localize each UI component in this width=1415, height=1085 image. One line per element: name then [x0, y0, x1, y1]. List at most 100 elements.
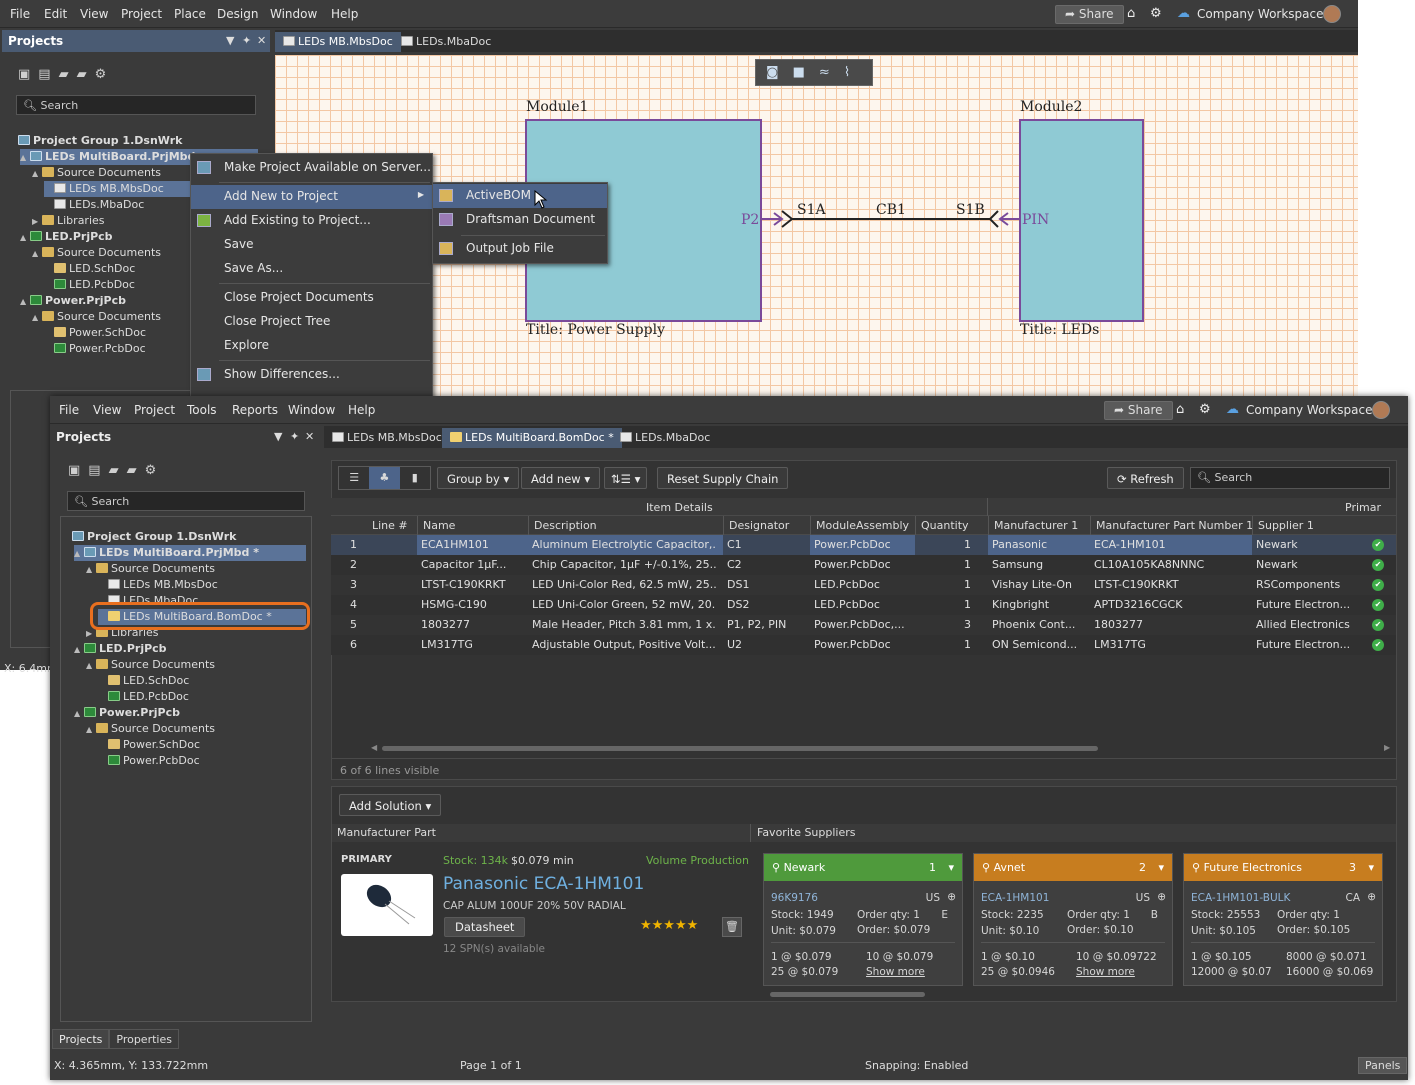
tab-properties[interactable]: Properties — [109, 1029, 179, 1049]
add-solution-dropdown[interactable]: Add Solution ▾ — [339, 794, 442, 816]
globe-icon[interactable]: ⊕ — [1367, 891, 1376, 903]
table-cell[interactable]: 1 — [919, 558, 971, 571]
menu-project[interactable]: Project — [121, 7, 162, 21]
tree-item[interactable]: Power.SchDoc — [44, 325, 146, 341]
chevron-down-icon[interactable]: ▾ — [1158, 861, 1164, 874]
menu-reports[interactable]: Reports — [232, 403, 278, 417]
table-cell[interactable]: Capacitor 1µF... — [421, 558, 523, 571]
close-icon[interactable]: ✕ — [257, 34, 266, 47]
open-folder-icon[interactable]: ▰ — [109, 463, 119, 478]
tree-item[interactable]: LED.SchDoc — [98, 673, 189, 689]
table-row[interactable]: 1 ECA1HM101 Aluminum Electrolytic Capacito… — [331, 535, 1396, 555]
menu-view[interactable]: View — [80, 7, 108, 21]
tab-leds-mbadoc[interactable]: LEDs.MbaDoc — [612, 428, 718, 448]
tree-item[interactable]: ▲ Source Documents — [32, 245, 161, 261]
panels-button[interactable]: Panels — [1358, 1057, 1408, 1074]
expand-toggle-icon[interactable]: ▲ — [74, 706, 84, 722]
table-cell[interactable]: CL10A105KA8NNNC — [1094, 558, 1246, 571]
avatar[interactable] — [1372, 401, 1390, 419]
part-name[interactable]: Panasonic ECA-1HM101 — [443, 874, 644, 894]
table-cell[interactable]: Newark — [1256, 538, 1355, 551]
table-cell[interactable]: Future Electron... — [1256, 638, 1355, 651]
table-cell[interactable]: ECA1HM101 — [421, 538, 523, 551]
open-folder-icon[interactable]: ▰ — [59, 67, 69, 82]
folder-icon[interactable]: ▰ — [127, 463, 137, 478]
table-cell[interactable]: Panasonic — [992, 538, 1086, 551]
settings-icon[interactable]: ⚙ — [95, 67, 107, 82]
supplier-card[interactable]: ⚲ Newark 1 ▾ 96K9176 US ⊕ Stock: 1949 Order qty… — [763, 853, 963, 986]
menu-item-make-available[interactable]: Make Project Available on Server... — [191, 156, 432, 180]
gear-icon[interactable]: ⚙ — [1199, 402, 1211, 417]
table-row[interactable]: 2 Capacitor 1µF... Chip Capacitor, 1µF +/-… — [331, 555, 1396, 575]
table-cell[interactable]: LM317TG — [1094, 638, 1246, 651]
column-header[interactable]: Supplier 1 — [1258, 519, 1314, 532]
table-cell[interactable]: 3 — [919, 618, 971, 631]
table-cell[interactable]: LED.PcbDoc — [814, 578, 908, 591]
expand-toggle-icon[interactable]: ▲ — [86, 562, 96, 578]
tree-item[interactable]: LEDs.MbaDoc — [44, 197, 144, 213]
search-input[interactable]: 🔍︎ Search — [16, 95, 256, 115]
table-cell[interactable]: Power.PcbDoc — [814, 638, 908, 651]
tree-item[interactable]: ▲ Power.PrjPcb — [20, 293, 126, 309]
table-cell[interactable]: APTD3216CGCK — [1094, 598, 1246, 611]
menu-item-close-docs[interactable]: Close Project Documents — [191, 286, 432, 310]
menu-edit[interactable]: Edit — [44, 7, 67, 21]
table-cell[interactable]: ON Semicond... — [992, 638, 1086, 651]
supplier-card[interactable]: ⚲ Future Electronics 3 ▾ ECA-1HM101-BULK CA ⊕… — [1183, 853, 1383, 986]
tab-projects[interactable]: Projects — [52, 1029, 110, 1049]
table-cell[interactable]: 1803277 — [1094, 618, 1246, 631]
supplier-card[interactable]: ⚲ Avnet 2 ▾ ECA-1HM101 US ⊕ Stock: 2235 Order q… — [973, 853, 1173, 986]
menu-help[interactable]: Help — [331, 7, 358, 21]
table-cell[interactable]: LM317TG — [421, 638, 523, 651]
gear-icon[interactable]: ⚙ — [1150, 6, 1162, 21]
table-row[interactable]: 4 HSMG-C190 LED Uni-Color Green, 52 mW, 20… — [331, 595, 1396, 615]
save-all-icon[interactable]: ▤ — [38, 67, 50, 82]
expand-toggle-icon[interactable]: ▲ — [32, 246, 42, 262]
tree-item[interactable]: Power.PcbDoc — [44, 341, 146, 357]
expand-toggle-icon[interactable]: ▲ — [32, 310, 42, 326]
tab-leds-mb-mbsdoc[interactable]: LEDs MB.MbsDoc — [324, 428, 450, 448]
table-cell[interactable]: 1803277 — [421, 618, 523, 631]
table-cell[interactable]: 1 — [919, 578, 971, 591]
suppliers-scrollbar[interactable] — [770, 992, 925, 997]
menu-item-add-existing[interactable]: Add Existing to Project... — [191, 209, 432, 233]
horizontal-scrollbar[interactable] — [382, 746, 1098, 751]
bom-search-input[interactable]: 🔍︎ Search — [1190, 467, 1390, 489]
menu-place[interactable]: Place — [174, 7, 206, 21]
save-all-icon[interactable]: ▤ — [88, 463, 100, 478]
tree-item[interactable]: ▲ Source Documents — [32, 309, 161, 325]
menu-file[interactable]: File — [59, 403, 79, 417]
table-cell[interactable]: Adjustable Output, Positive Volt... — [532, 638, 716, 651]
menu-tools[interactable]: Tools — [187, 403, 217, 417]
show-more-link[interactable]: Show more — [866, 966, 925, 978]
folder-icon[interactable]: ▰ — [77, 67, 87, 82]
expand-toggle-icon[interactable]: ▲ — [32, 166, 42, 182]
supplier-card-header[interactable]: ⚲ Newark 1 ▾ — [764, 854, 962, 881]
tree-item[interactable]: ▲ Source Documents — [86, 721, 215, 737]
table-cell[interactable]: Samsung — [992, 558, 1086, 571]
workspace-label[interactable]: Company Workspace — [1246, 403, 1373, 417]
chevron-down-icon[interactable]: ▾ — [1368, 861, 1374, 874]
share-button[interactable]: ➦ Share — [1055, 5, 1124, 24]
expand-toggle-icon[interactable]: ▲ — [20, 230, 30, 246]
tree-item[interactable]: ▲ LED.PrjPcb — [20, 229, 113, 245]
tab-leds-mbadoc[interactable]: LEDs.MbaDoc — [393, 32, 499, 52]
column-header[interactable]: Quantity — [921, 519, 969, 532]
sort-button[interactable]: ⇅☰ ▾ — [604, 467, 648, 489]
add-new-dropdown[interactable]: Add new ▾ — [521, 467, 601, 489]
table-cell[interactable]: Newark — [1256, 558, 1355, 571]
table-cell[interactable]: 1 — [919, 638, 971, 651]
table-cell[interactable]: LTST-C190KRKT — [421, 578, 523, 591]
scroll-right-icon[interactable]: ▶ — [1384, 743, 1390, 752]
table-cell[interactable]: 1 — [919, 598, 971, 611]
home-icon[interactable]: ⌂ — [1127, 6, 1135, 21]
globe-icon[interactable]: ⊕ — [947, 891, 956, 903]
expand-toggle-icon[interactable]: ▲ — [74, 642, 84, 658]
tree-item[interactable]: ▶ Libraries — [32, 213, 105, 229]
menu-item-add-new[interactable]: Add New to Project ▶ — [191, 185, 432, 209]
scroll-left-icon[interactable]: ◀ — [371, 743, 377, 752]
datasheet-button[interactable]: Datasheet — [444, 917, 526, 937]
tab-leds-mb-mbsdoc[interactable]: LEDs MB.MbsDoc — [275, 32, 401, 52]
menu-item-show-differences[interactable]: Show Differences... — [191, 363, 432, 387]
save-icon[interactable]: ▣ — [18, 67, 30, 82]
